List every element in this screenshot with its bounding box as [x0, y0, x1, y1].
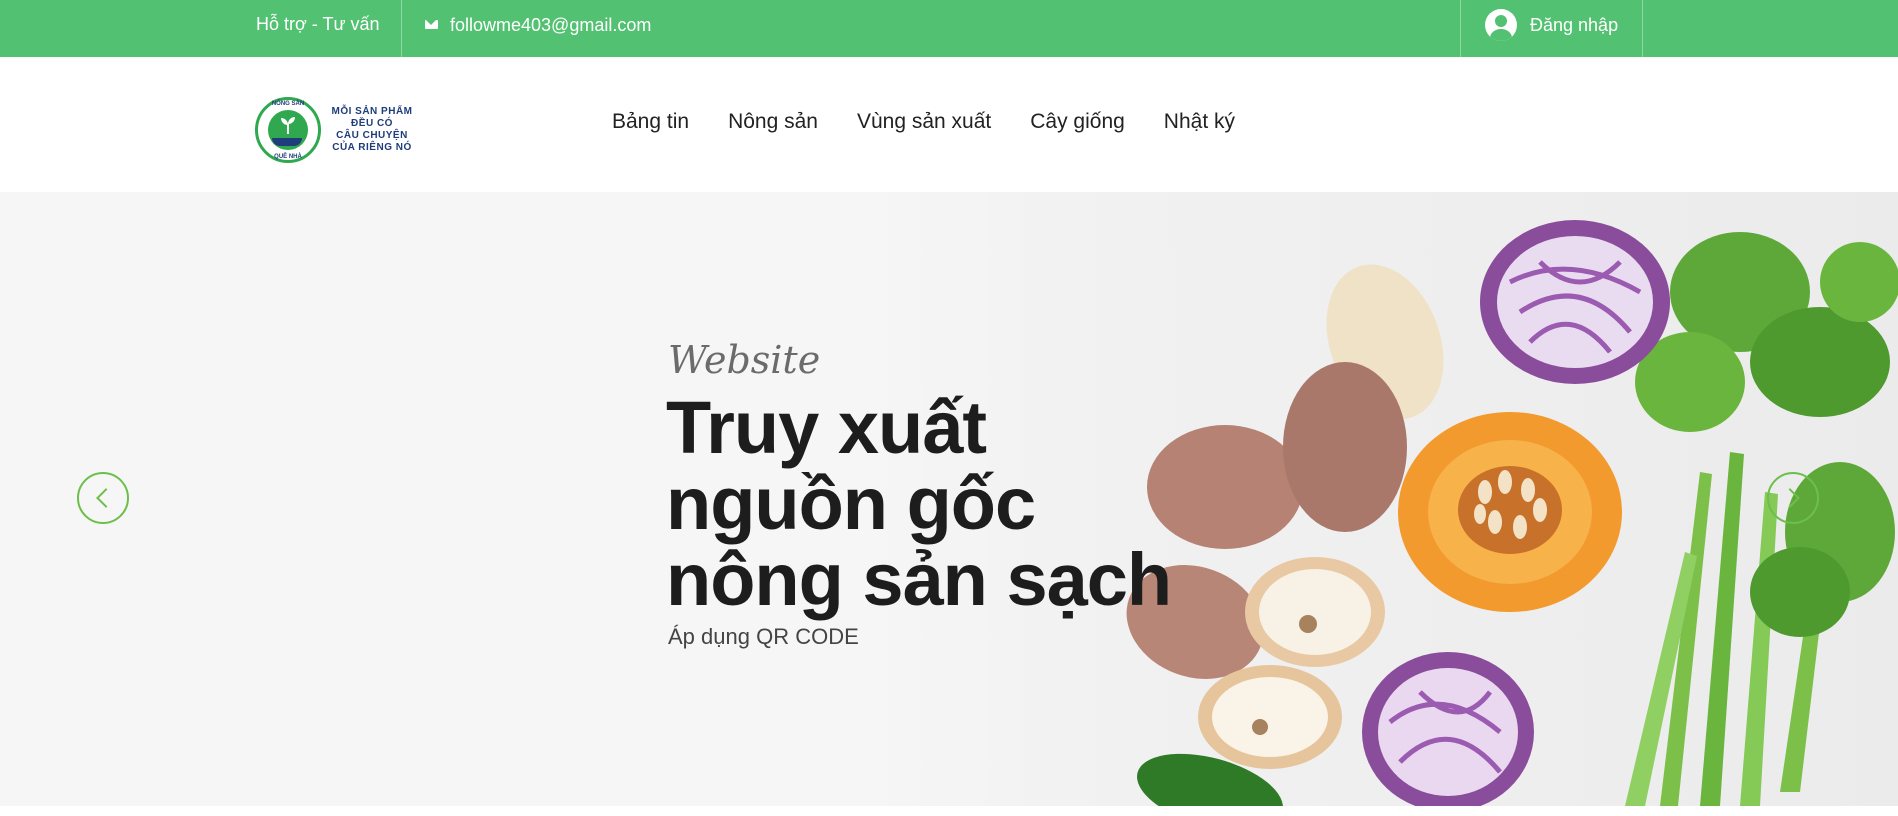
- nav-item-bang-tin[interactable]: Bảng tin: [612, 110, 689, 134]
- hero-kicker: Website: [668, 338, 821, 382]
- slogan-line: CÂU CHUYỆN: [336, 130, 408, 141]
- divider: [1460, 0, 1461, 57]
- hero-title: Truy xuất nguồn gốc nông sản sạch: [666, 390, 1226, 618]
- login-button[interactable]: Đăng nhập: [1485, 0, 1618, 50]
- divider: [1642, 0, 1643, 57]
- sprout-icon: [281, 117, 295, 134]
- support-link[interactable]: Hỗ trợ - Tư vấn: [256, 0, 380, 57]
- main-nav: Bảng tin Nông sản Vùng sản xuất Cây giốn…: [612, 57, 1274, 187]
- logo-slogan: MỖI SẢN PHẨM ĐỀU CÓ CÂU CHUYỆN CỦA RIÊNG…: [323, 106, 421, 154]
- nav-item-nhat-ky[interactable]: Nhật ký: [1164, 110, 1235, 134]
- email-link[interactable]: followme403@gmail.com: [425, 0, 651, 57]
- top-bar: Hỗ trợ - Tư vấn followme403@gmail.com Đă…: [0, 0, 1898, 57]
- slogan-line: CỦA RIÊNG NÓ: [332, 142, 412, 153]
- logo-ring-top: NÔNG SẢN: [271, 101, 305, 107]
- hero-title-line: nguồn gốc: [666, 462, 1036, 545]
- hero-title-line: nông sản sạch: [666, 538, 1172, 621]
- divider: [401, 0, 402, 57]
- login-label: Đăng nhập: [1530, 14, 1619, 35]
- chevron-right-icon: [1780, 488, 1800, 508]
- main-header: NÔNG SẢN QUÊ NHÀ MỖI SẢN PHẨM ĐỀU CÓ CÂU…: [0, 57, 1898, 192]
- page-bottom: [0, 806, 1898, 816]
- nav-item-cay-giong[interactable]: Cây giống: [1030, 110, 1125, 134]
- envelope-icon: [425, 20, 438, 29]
- nav-item-vung-san-xuat[interactable]: Vùng sản xuất: [857, 110, 991, 134]
- logo-ring-bottom: QUÊ NHÀ: [274, 154, 302, 160]
- site-logo[interactable]: NÔNG SẢN QUÊ NHÀ MỖI SẢN PHẨM ĐỀU CÓ CÂU…: [255, 93, 425, 167]
- hero-slider: Website Truy xuất nguồn gốc nông sản sạc…: [0, 192, 1898, 806]
- chevron-left-icon: [96, 488, 116, 508]
- slogan-line: MỖI SẢN PHẨM: [331, 106, 413, 117]
- logo-badge: NÔNG SẢN QUÊ NHÀ: [255, 97, 321, 163]
- slogan-line: ĐỀU CÓ: [351, 118, 393, 129]
- user-circle-icon: [1485, 9, 1517, 41]
- slider-prev-button[interactable]: [77, 472, 129, 524]
- email-text: followme403@gmail.com: [450, 14, 652, 35]
- nav-item-nong-san[interactable]: Nông sản: [728, 110, 818, 134]
- slider-next-button[interactable]: [1767, 472, 1819, 524]
- hero-title-line: Truy xuất: [666, 386, 987, 469]
- hand-icon: [272, 138, 302, 146]
- hero-subtitle: Áp dụng QR CODE: [668, 624, 859, 649]
